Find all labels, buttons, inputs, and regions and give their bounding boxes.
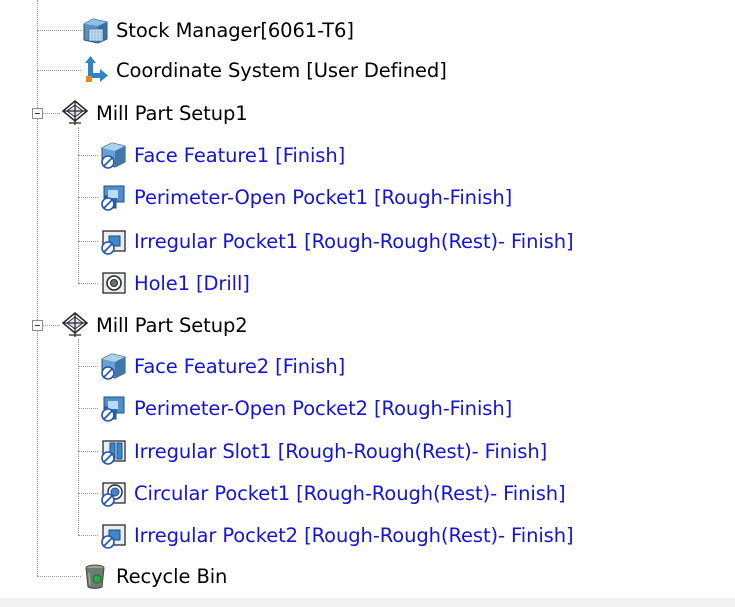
tree-item-label: Perimeter-Open Pocket1 [Rough-Finish]	[134, 185, 513, 209]
tree-item-label: Irregular Pocket1 [Rough-Rough(Rest)- Fi…	[134, 229, 574, 253]
tree-item-circular-pocket1[interactable]: Circular Pocket1 [Rough-Rough(Rest)- Fin…	[98, 473, 566, 513]
tree-item-label: Recycle Bin	[116, 564, 228, 588]
tree-item-label: Hole1 [Drill]	[134, 271, 250, 295]
tree-item-irregular-pocket2[interactable]: Irregular Pocket2 [Rough-Rough(Rest)- Fi…	[98, 515, 574, 555]
tree-item-irregular-pocket1[interactable]: Irregular Pocket1 [Rough-Rough(Rest)- Fi…	[98, 221, 574, 261]
feature-tree: Stock Manager[6061-T6] Coordinate System…	[0, 0, 735, 607]
tree-item-label: Stock Manager[6061-T6]	[116, 18, 354, 42]
open-pocket-icon	[98, 393, 128, 423]
tree-item-label: Mill Part Setup2	[96, 313, 248, 337]
irregular-pocket-icon	[98, 520, 128, 550]
mill-part-setup-icon	[60, 310, 90, 340]
stock-manager-icon	[80, 15, 110, 45]
tree-connector	[78, 283, 98, 284]
tree-item-label: Perimeter-Open Pocket2 [Rough-Finish]	[134, 396, 513, 420]
coordinate-system-icon	[80, 55, 110, 85]
tree-connector	[37, 576, 81, 577]
tree-item-open-pocket1[interactable]: Perimeter-Open Pocket1 [Rough-Finish]	[98, 177, 512, 217]
tree-connector	[37, 0, 38, 576]
face-feature-icon	[98, 351, 128, 381]
tree-connector	[78, 451, 98, 452]
tree-item-coordinate-system[interactable]: Coordinate System [User Defined]	[80, 50, 447, 90]
tree-item-irregular-slot1[interactable]: Irregular Slot1 [Rough-Rough(Rest)- Fini…	[98, 431, 547, 471]
tree-item-label: Irregular Pocket2 [Rough-Rough(Rest)- Fi…	[134, 523, 574, 547]
tree-connector	[78, 241, 98, 242]
mill-part-setup-icon	[60, 98, 90, 128]
tree-item-face-feature2[interactable]: Face Feature2 [Finish]	[98, 346, 345, 386]
tree-item-label: Face Feature1 [Finish]	[134, 143, 346, 167]
tree-item-hole1[interactable]: Hole1 [Drill]	[98, 263, 250, 303]
tree-connector	[43, 113, 60, 114]
tree-item-label: Coordinate System [User Defined]	[116, 58, 447, 82]
tree-connector	[78, 127, 79, 283]
tree-connector	[37, 30, 81, 31]
collapse-toggle-setup1[interactable]	[32, 108, 43, 119]
tree-connector	[78, 366, 98, 367]
tree-item-open-pocket2[interactable]: Perimeter-Open Pocket2 [Rough-Finish]	[98, 388, 512, 428]
irregular-slot-icon	[98, 436, 128, 466]
tree-connector	[78, 535, 98, 536]
hole-icon	[98, 268, 128, 298]
panel-bottom-edge	[0, 598, 735, 607]
tree-connector	[78, 197, 98, 198]
tree-item-setup1[interactable]: Mill Part Setup1	[60, 93, 248, 133]
tree-connector	[78, 155, 98, 156]
collapse-toggle-setup2[interactable]	[32, 320, 43, 331]
tree-connector	[78, 339, 79, 535]
tree-connector	[78, 408, 98, 409]
tree-item-label: Irregular Slot1 [Rough-Rough(Rest)- Fini…	[134, 439, 548, 463]
tree-item-label: Face Feature2 [Finish]	[134, 354, 346, 378]
tree-item-label: Mill Part Setup1	[96, 101, 248, 125]
tree-connector	[43, 325, 60, 326]
tree-connector	[78, 493, 98, 494]
recycle-bin-icon	[80, 561, 110, 591]
tree-item-setup2[interactable]: Mill Part Setup2	[60, 305, 248, 345]
tree-item-label: Circular Pocket1 [Rough-Rough(Rest)- Fin…	[134, 481, 566, 505]
tree-item-recycle-bin[interactable]: Recycle Bin	[80, 556, 227, 596]
tree-item-stock-manager[interactable]: Stock Manager[6061-T6]	[80, 10, 354, 50]
tree-item-face-feature1[interactable]: Face Feature1 [Finish]	[98, 135, 345, 175]
tree-connector	[37, 70, 81, 71]
irregular-pocket-icon	[98, 226, 128, 256]
circular-pocket-icon	[98, 478, 128, 508]
face-feature-icon	[98, 140, 128, 170]
open-pocket-icon	[98, 182, 128, 212]
